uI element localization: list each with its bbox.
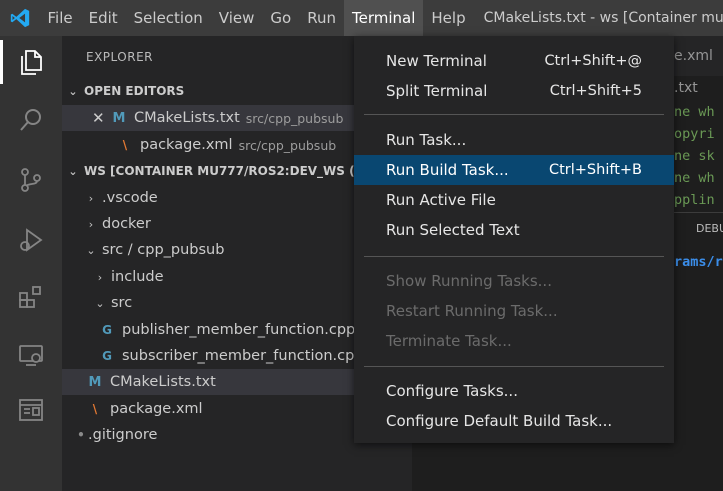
cpp-file-icon: G bbox=[102, 323, 112, 337]
menu-item-split-terminal[interactable]: Split Terminal Ctrl+Shift+5 bbox=[354, 76, 674, 106]
menu-item-configure-default-build-task[interactable]: Configure Default Build Task... bbox=[354, 406, 674, 436]
menu-item-new-terminal[interactable]: New Terminal Ctrl+Shift+@ bbox=[354, 46, 674, 76]
menu-item-configure-tasks[interactable]: Configure Tasks... bbox=[354, 376, 674, 406]
breadcrumb[interactable]: .txt bbox=[674, 76, 698, 100]
activity-bar bbox=[0, 36, 62, 491]
active-indicator bbox=[0, 40, 3, 84]
code-line: ne sk bbox=[674, 148, 715, 164]
rss-file-icon: \ bbox=[122, 138, 128, 152]
menu-item-run-task[interactable]: Run Task... bbox=[354, 125, 674, 155]
chevron-down-icon: ⌄ bbox=[95, 296, 105, 310]
menu-separator bbox=[364, 256, 664, 257]
menu-run[interactable]: Run bbox=[299, 0, 344, 36]
menu-item-run-active-file[interactable]: Run Active File bbox=[354, 185, 674, 215]
terminal-menu-dropdown: New Terminal Ctrl+Shift+@ Split Terminal… bbox=[354, 36, 674, 443]
chevron-down-icon: ⌄ bbox=[68, 84, 78, 98]
cmake-file-icon: M bbox=[112, 110, 126, 126]
menu-edit[interactable]: Edit bbox=[81, 0, 126, 36]
extensions-icon[interactable] bbox=[15, 281, 47, 313]
menu-file[interactable]: File bbox=[39, 0, 80, 36]
chevron-right-icon: › bbox=[88, 191, 94, 205]
menu-item-run-build-task[interactable]: Run Build Task... Ctrl+Shift+B bbox=[354, 155, 674, 185]
search-icon[interactable] bbox=[15, 104, 47, 136]
menu-separator bbox=[364, 114, 664, 115]
code-line: opyri bbox=[674, 126, 715, 142]
chevron-down-icon: ⌄ bbox=[68, 164, 78, 178]
menu-item-terminate-task: Terminate Task... bbox=[386, 332, 512, 350]
window-title: CMakeLists.txt - ws [Container mu777 bbox=[483, 10, 723, 26]
docker-panel-icon[interactable] bbox=[15, 394, 47, 426]
menu-item-run-selected-text[interactable]: Run Selected Text bbox=[354, 215, 674, 245]
explorer-title: EXPLORER bbox=[86, 50, 153, 64]
gitignore-file-icon: • bbox=[77, 428, 85, 442]
title-bar: File Edit Selection View Go Run Terminal… bbox=[0, 0, 723, 36]
menu-item-restart-running-task: Restart Running Task... bbox=[386, 302, 558, 320]
explorer-files-icon[interactable] bbox=[15, 46, 47, 78]
menu-separator bbox=[364, 366, 664, 367]
code-line: ne wh bbox=[674, 104, 715, 120]
tab-package-xml[interactable]: e.xml bbox=[674, 36, 713, 76]
cmake-file-icon: M bbox=[88, 374, 102, 390]
terminal-output: rams/r bbox=[674, 254, 723, 270]
menu-help[interactable]: Help bbox=[423, 0, 473, 36]
menu-selection[interactable]: Selection bbox=[126, 0, 211, 36]
chevron-down-icon: ⌄ bbox=[86, 243, 96, 257]
code-line: pplin bbox=[674, 192, 715, 208]
source-control-icon[interactable] bbox=[15, 164, 47, 196]
code-line: ne wh bbox=[674, 170, 715, 186]
menu-item-show-running-tasks: Show Running Tasks... bbox=[386, 272, 552, 290]
close-icon[interactable]: ✕ bbox=[92, 109, 110, 127]
run-debug-icon[interactable] bbox=[15, 224, 47, 256]
remote-explorer-icon[interactable] bbox=[15, 339, 47, 371]
menu-view[interactable]: View bbox=[211, 0, 263, 36]
cpp-file-icon: G bbox=[102, 349, 112, 363]
menu-terminal[interactable]: Terminal bbox=[343, 0, 424, 36]
chevron-right-icon: › bbox=[88, 217, 94, 231]
chevron-right-icon: › bbox=[97, 270, 103, 284]
rss-file-icon: \ bbox=[92, 402, 98, 416]
menu-go[interactable]: Go bbox=[262, 0, 299, 36]
panel-tab-debug[interactable]: DEBU bbox=[696, 222, 723, 235]
vscode-logo-icon bbox=[0, 0, 39, 36]
